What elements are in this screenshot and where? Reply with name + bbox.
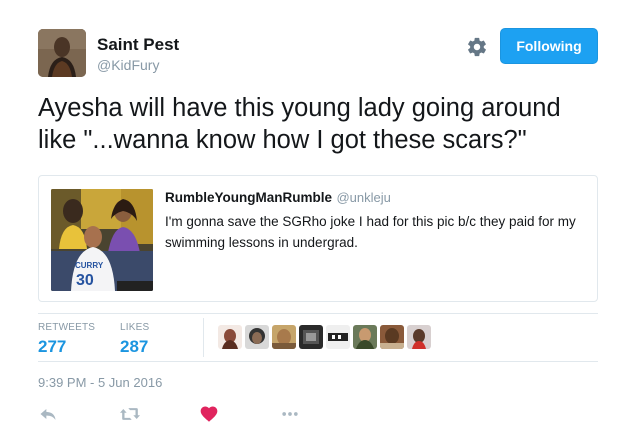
svg-text:30: 30 bbox=[76, 272, 94, 289]
quoted-tweet-image[interactable]: CURRY 30 bbox=[51, 189, 153, 291]
author-avatar[interactable] bbox=[38, 29, 86, 77]
liker-avatar[interactable] bbox=[353, 325, 377, 349]
likes-label: LIKES bbox=[120, 322, 150, 333]
divider bbox=[38, 313, 598, 314]
liker-avatar[interactable] bbox=[326, 325, 350, 349]
reply-icon[interactable] bbox=[38, 404, 60, 424]
retweet-icon[interactable] bbox=[119, 404, 141, 424]
quoted-tweet-text: I'm gonna save the SGRho joke I had for … bbox=[165, 214, 576, 250]
quoted-tweet-author[interactable]: RumbleYoungManRumble @unkleju bbox=[165, 189, 391, 207]
liker-avatar[interactable] bbox=[245, 325, 269, 349]
divider bbox=[203, 318, 204, 357]
liker-avatar[interactable] bbox=[407, 325, 431, 349]
liker-avatar[interactable] bbox=[299, 325, 323, 349]
likes-count: 287 bbox=[120, 337, 149, 356]
more-icon[interactable] bbox=[279, 404, 301, 424]
liker-avatar[interactable] bbox=[272, 325, 296, 349]
following-button[interactable]: Following bbox=[500, 28, 598, 64]
quoted-tweet[interactable]: CURRY 30 RumbleYoungManRumble @unkleju I… bbox=[38, 175, 598, 302]
retweets-label: RETWEETS bbox=[38, 322, 96, 333]
author-display-name[interactable]: Saint Pest bbox=[97, 35, 179, 55]
gear-icon[interactable] bbox=[466, 36, 488, 58]
svg-text:CURRY: CURRY bbox=[75, 261, 104, 270]
tweet-text: Ayesha will have this young lady going a… bbox=[38, 94, 561, 154]
likes-stat[interactable]: LIKES 287 bbox=[120, 322, 149, 357]
liker-avatar[interactable] bbox=[380, 325, 404, 349]
liker-avatar[interactable] bbox=[218, 325, 242, 349]
divider bbox=[38, 361, 598, 362]
tweet-timestamp[interactable]: 9:39 PM - 5 Jun 2016 bbox=[38, 375, 162, 390]
quoted-author-name[interactable]: RumbleYoungManRumble bbox=[165, 190, 332, 205]
heart-icon[interactable] bbox=[199, 404, 221, 424]
author-handle[interactable]: @KidFury bbox=[97, 57, 159, 73]
retweets-stat[interactable]: RETWEETS 277 bbox=[38, 322, 95, 357]
quoted-author-handle[interactable]: @unkleju bbox=[336, 190, 390, 205]
retweets-count: 277 bbox=[38, 337, 67, 356]
